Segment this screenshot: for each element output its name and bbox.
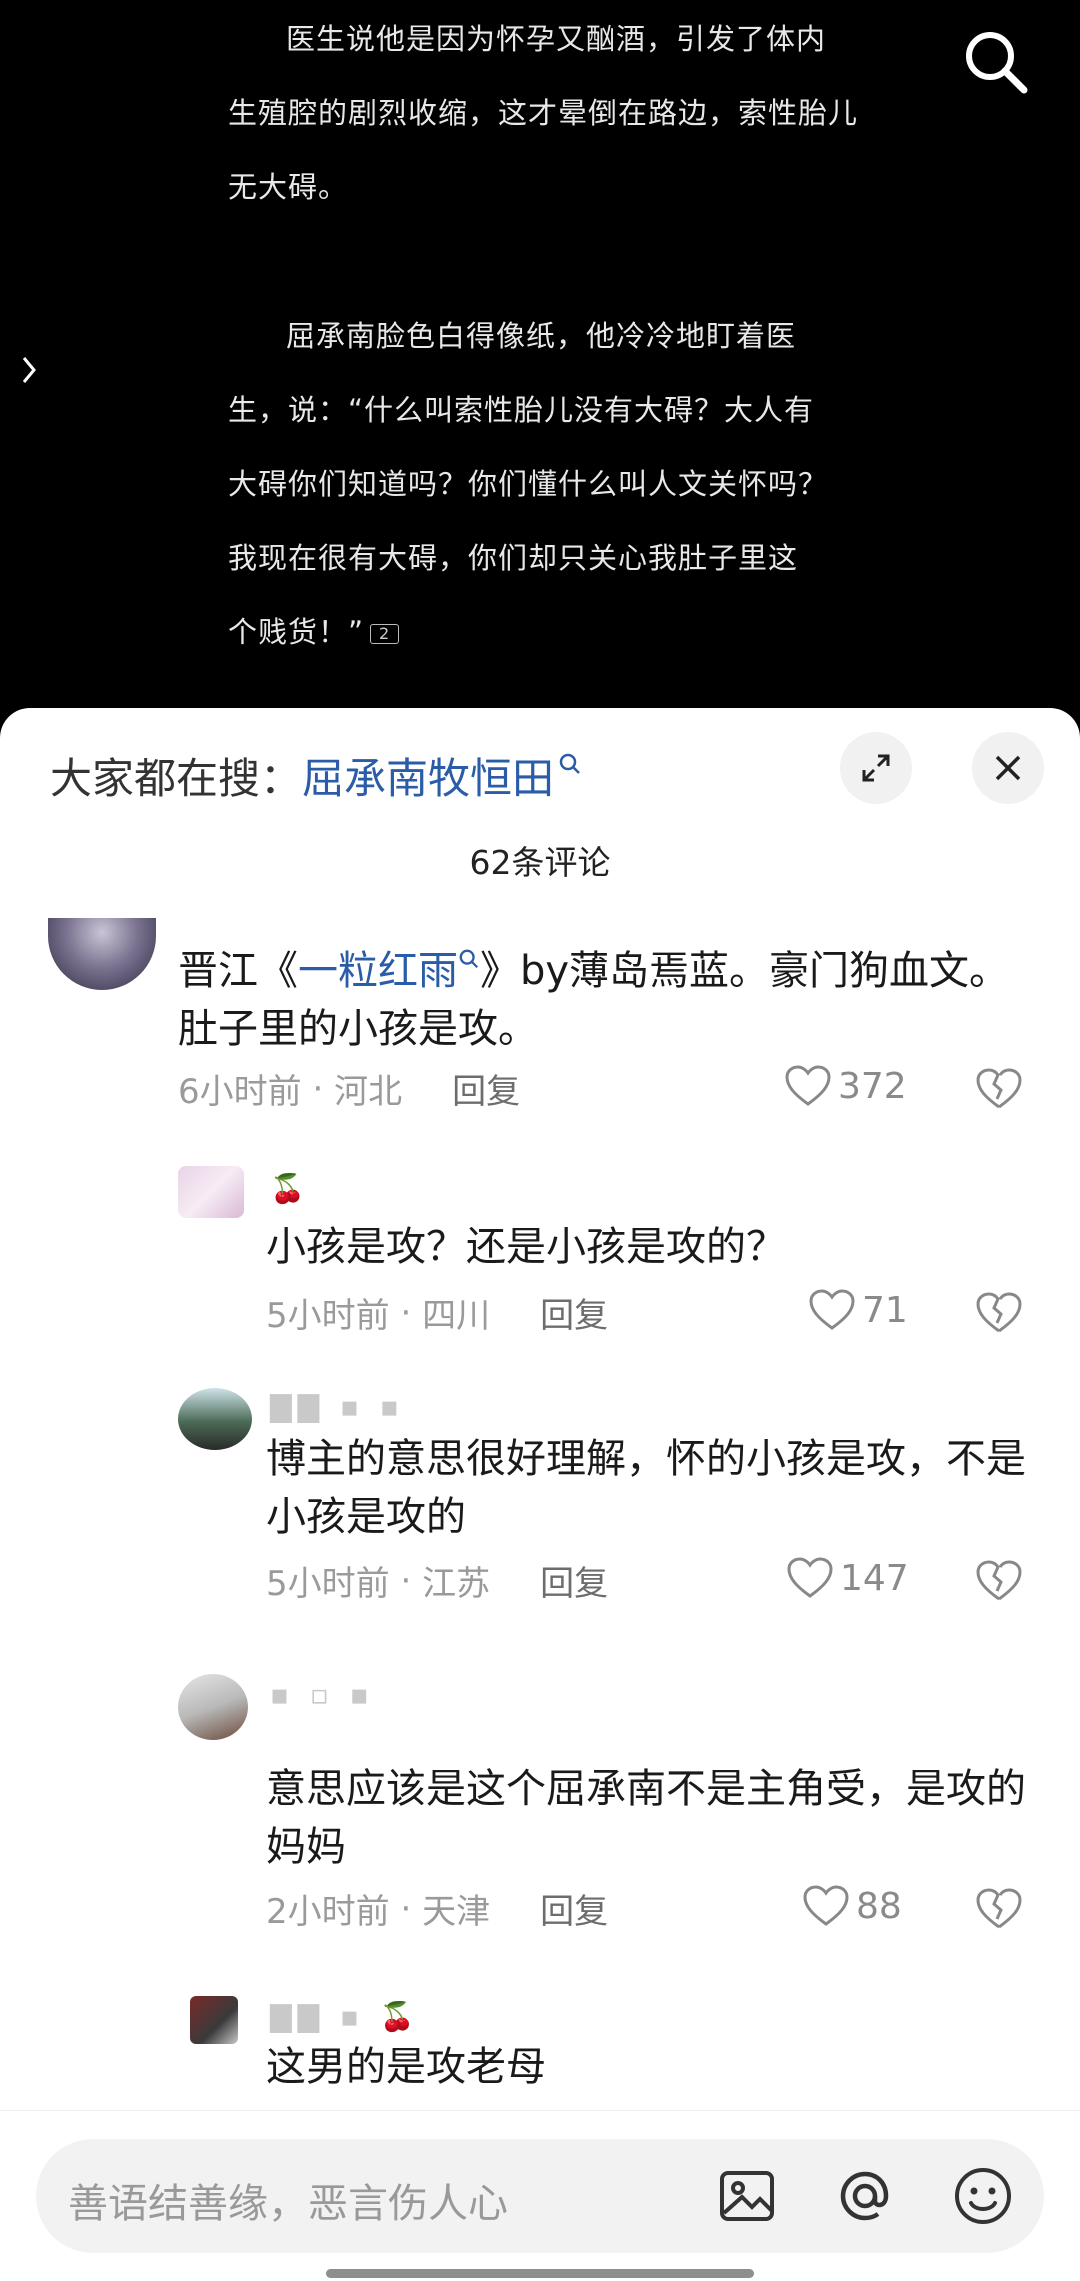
search-small-icon — [559, 753, 580, 774]
dislike-button[interactable] — [974, 1558, 1024, 1608]
paragraph-2-line-2: 生，说：“什么叫索性胎儿没有大碍？大人有 — [228, 393, 815, 427]
nickname-blurred[interactable]: ▇▇ ▪ 🍒 — [270, 2000, 421, 2033]
comment-meta: 5小时前 · 四川 回复 — [266, 1288, 608, 1337]
avatar[interactable] — [48, 918, 156, 990]
like-count: 71 — [862, 1289, 908, 1331]
broken-heart-icon — [976, 1888, 1022, 1929]
comment-location: 四川 — [422, 1296, 491, 1336]
comment-time: 6小时前 — [178, 1072, 302, 1112]
hot-search-label: 大家都在搜： — [50, 753, 303, 803]
comment-meta: 6小时前 · 河北 回复 — [178, 1064, 520, 1113]
broken-heart-icon — [976, 1292, 1022, 1333]
like-button[interactable]: 372 — [784, 1064, 907, 1108]
home-indicator[interactable] — [326, 2269, 754, 2278]
dislike-button[interactable] — [974, 1066, 1024, 1116]
paragraph-1-line-1: 医生说他是因为怀孕又酗酒，引发了体内 — [286, 22, 827, 56]
image-icon[interactable] — [714, 2163, 780, 2229]
paragraph-1-line-3: 无大碍。 — [228, 170, 349, 204]
broken-heart-icon — [976, 1068, 1022, 1109]
broken-heart-icon — [976, 1560, 1022, 1601]
comment-meta: 2小时前 · 天津 回复 — [266, 1884, 608, 1933]
comment-time: 2小时前 — [266, 1892, 390, 1932]
expand-icon — [862, 754, 890, 782]
comment-input[interactable]: 善语结善缘，恶言伤人心 — [36, 2139, 1044, 2253]
hot-search-bar[interactable]: 大家都在搜： 屈承南牧恒田 — [50, 742, 582, 808]
note-count-badge[interactable]: 2 — [370, 624, 400, 644]
reply-button[interactable]: 回复 — [540, 1288, 608, 1337]
like-button[interactable]: 88 — [802, 1884, 902, 1928]
book-link[interactable]: 一粒红雨 — [298, 948, 458, 994]
close-button[interactable] — [972, 732, 1044, 804]
comment-input-placeholder: 善语结善缘，恶言伤人心 — [68, 2181, 508, 2227]
avatar[interactable] — [178, 1388, 252, 1450]
at-icon[interactable] — [832, 2163, 898, 2229]
comment-text-prefix: 晋江《 — [178, 948, 298, 994]
avatar[interactable] — [190, 1996, 238, 2044]
dislike-button[interactable] — [974, 1886, 1024, 1936]
comment-meta: 5小时前 · 江苏 回复 — [266, 1556, 608, 1605]
nickname-blurred[interactable]: ▇▇ ▪ ▪ — [270, 1390, 405, 1423]
comment-location: 江苏 — [422, 1564, 491, 1604]
reader-area: 医生说他是因为怀孕又酗酒，引发了体内 生殖腔的剧烈收缩，这才晕倒在路边，索性胎儿… — [0, 0, 1080, 720]
like-count: 372 — [838, 1065, 907, 1107]
meta-dot: · — [301, 1068, 335, 1109]
heart-icon — [787, 1557, 833, 1598]
comment-sheet: 大家都在搜： 屈承南牧恒田 62条评论 晋江《一粒红雨 》by薄岛焉蓝。豪门狗血文… — [0, 708, 1080, 2280]
nickname-blurred[interactable]: ▪ ▫ ▪ — [270, 1678, 375, 1711]
heart-icon — [809, 1289, 855, 1330]
comment-text: 意思应该是这个屈承南不是主角受，是攻的妈妈 — [266, 1766, 1026, 1870]
comment-text: 晋江《一粒红雨 》by薄岛焉蓝。豪门狗血文。肚子里的小孩是攻。 — [178, 942, 1038, 1058]
paragraph-1-line-2: 生殖腔的剧烈收缩，这才晕倒在路边，索性胎儿 — [228, 96, 859, 130]
heart-icon — [785, 1065, 831, 1106]
paragraph-2-line-3: 大碍你们知道吗？你们懂什么叫人文关怀吗？ — [228, 467, 829, 501]
meta-dot: · — [389, 1292, 423, 1333]
comment-input-bar: 善语结善缘，恶言伤人心 — [0, 2110, 1080, 2281]
comment-time: 5小时前 — [266, 1296, 390, 1336]
reply-button[interactable]: 回复 — [452, 1064, 520, 1113]
comment-count: 62条评论 — [469, 843, 611, 882]
like-button[interactable]: 147 — [786, 1556, 909, 1600]
avatar[interactable] — [178, 1166, 244, 1218]
meta-dot: · — [389, 1560, 423, 1601]
paragraph-2-line-4: 我现在很有大碍，你们却只关心我肚子里这 — [228, 541, 799, 575]
comment-location: 天津 — [422, 1892, 491, 1932]
comment-text: 小孩是攻？还是小孩是攻的？ — [266, 1224, 786, 1270]
reply-button[interactable]: 回复 — [540, 1884, 608, 1933]
comment-text: 这男的是攻老母 — [266, 2044, 546, 2090]
search-small-icon — [459, 949, 479, 969]
comment-text: 博主的意思很好理解，怀的小孩是攻，不是小孩是攻的 — [266, 1436, 1026, 1540]
paragraph-2-line-5: 个贱货！” 2 — [228, 595, 858, 669]
dislike-button[interactable] — [974, 1290, 1024, 1340]
comment-time: 5小时前 — [266, 1564, 390, 1604]
like-count: 147 — [840, 1557, 909, 1599]
cherry-icon: 🍒 — [270, 1172, 311, 1205]
hot-search-term[interactable]: 屈承南牧恒田 — [302, 745, 554, 806]
like-button[interactable]: 71 — [808, 1288, 908, 1332]
close-icon — [995, 755, 1021, 781]
paragraph-1: 医生说他是因为怀孕又酗酒，引发了体内 生殖腔的剧烈收缩，这才晕倒在路边，索性胎儿… — [228, 2, 858, 224]
search-icon[interactable] — [960, 26, 1030, 96]
heart-icon — [803, 1885, 849, 1926]
reply-button[interactable]: 回复 — [540, 1556, 608, 1605]
meta-dot: · — [389, 1888, 423, 1929]
cherry-icon: 🍒 — [379, 2000, 421, 2033]
like-count: 88 — [856, 1885, 902, 1927]
comment-location: 河北 — [334, 1072, 403, 1112]
chevron-right-icon[interactable] — [18, 350, 42, 390]
paragraph-2-line-1: 屈承南脸色白得像纸，他冷冷地盯着医 — [286, 319, 797, 353]
paragraph-2: 屈承南脸色白得像纸，他冷冷地盯着医 生，说：“什么叫索性胎儿没有大碍？大人有 大… — [228, 299, 858, 669]
avatar[interactable] — [178, 1674, 248, 1740]
expand-button[interactable] — [840, 732, 912, 804]
emoji-icon[interactable] — [950, 2163, 1016, 2229]
paragraph-2-line-5-text: 个贱货！” — [228, 615, 365, 649]
